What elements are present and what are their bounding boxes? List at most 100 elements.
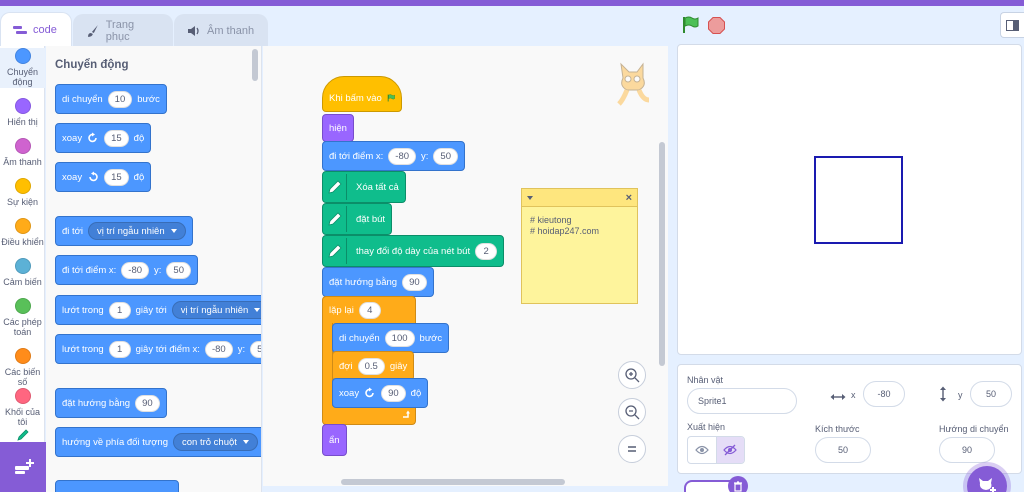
block-partial[interactable] [55,480,179,492]
block-dropdown[interactable]: vị trí ngẫu nhiên [88,222,186,240]
block-turn-right[interactable]: xoay 15 độ [55,123,152,153]
palette-scrollbar[interactable] [252,49,258,81]
y-input[interactable]: 50 [970,381,1012,407]
block-point-towards[interactable]: hướng về phía đối tượng con trỏ chuột [55,427,261,457]
comment-note[interactable]: × # kieutong # hoidap247.com [521,188,638,304]
script-area[interactable]: Khi bấm vào hiện đi tới điểm x: -80 y: 5… [263,46,668,486]
sprite-name-input[interactable]: Sprite1 [687,388,797,414]
category-my-blocks[interactable]: Khối của tôi [0,388,45,428]
block-input[interactable]: 2 [475,242,498,260]
script-vertical-scrollbar[interactable] [659,142,665,366]
block-go-to[interactable]: đi tới vị trí ngẫu nhiên [55,216,193,246]
block-text: đặt hướng bằng [62,397,131,409]
green-flag-icon [387,94,395,102]
category-sensing[interactable]: Cảm biến [0,258,45,298]
show-sprite-button[interactable] [688,437,716,463]
block-text: Xóa tất cả [356,181,399,193]
block-move-steps[interactable]: di chuyển 100 bước [332,323,450,353]
block-text: đặt bút [356,213,386,225]
block-input[interactable]: 100 [384,329,415,347]
category-variables[interactable]: Các biến số [0,348,45,388]
block-input[interactable]: 50 [433,147,458,165]
category-label: Âm thanh [3,157,42,167]
block-text: đặt hướng bằng [329,276,398,288]
block-input[interactable]: 0.5 [357,357,385,375]
zoom-reset-button[interactable] [618,435,646,463]
block-when-flag-clicked[interactable]: Khi bấm vào [322,76,402,112]
block-hide[interactable]: ẩn [322,424,347,456]
collapse-icon[interactable] [527,195,533,200]
delete-sprite-button[interactable] [728,476,748,492]
category-events[interactable]: Sự kiện [0,178,45,218]
block-point-direction[interactable]: đặt hướng bằng 90 [55,388,167,418]
block-glide-xy[interactable]: lướt trong 1 giây tới điểm x: -80 y: 50 [55,334,261,364]
category-looks[interactable]: Hiển thị [0,98,45,138]
block-repeat[interactable]: lặp lại 4 [322,296,416,324]
zoom-in-button[interactable] [618,361,646,389]
block-pen-down[interactable]: đặt bút [322,203,393,235]
block-erase-all[interactable]: Xóa tất cả [322,171,406,203]
block-move-steps[interactable]: di chuyển 10 bước [55,84,167,114]
block-glide[interactable]: lướt trong 1 giây tới vị trí ngẫu nhiên [55,295,261,325]
block-input[interactable]: -80 [121,261,150,279]
block-turn-right[interactable]: xoay 90 độ [332,378,429,408]
block-input[interactable]: -80 [204,340,233,358]
tab-code[interactable]: code [0,12,72,46]
block-go-to-xy[interactable]: đi tới điểm x: -80 y: 50 [322,141,465,171]
category-sound[interactable]: Âm thanh [0,138,45,178]
hide-sprite-button[interactable] [715,437,744,463]
block-input[interactable]: 50 [166,261,191,279]
eye-icon [694,445,709,455]
block-turn-left[interactable]: xoay 15 độ [55,162,152,192]
block-text: giây tới [135,304,167,316]
category-label: Khối của tôi [4,407,41,427]
category-operators[interactable]: Các phép toán [0,298,45,338]
script-horizontal-scrollbar[interactable] [341,479,565,485]
block-point-direction[interactable]: đặt hướng bằng 90 [322,267,434,297]
block-wait[interactable]: đợi 0.5 giây [332,351,415,381]
tab-costumes[interactable]: Trang phục [73,14,173,46]
zoom-out-button[interactable] [618,398,646,426]
block-input[interactable]: 15 [104,168,129,186]
block-input[interactable]: 1 [108,301,131,319]
category-dot-icon [14,388,31,404]
cat-add-icon [979,478,996,492]
block-set-pen-size[interactable]: thay đổi độ dày của nét bút 2 [322,235,505,267]
block-text: lướt trong [62,343,104,355]
block-text: giây [389,360,408,372]
block-text: y: [154,264,162,276]
block-input[interactable]: 15 [104,129,129,147]
block-input[interactable]: -80 [388,147,417,165]
block-input[interactable]: 4 [358,302,381,319]
pen-icon [323,206,347,232]
block-go-to-xy[interactable]: đi tới điểm x: -80 y: 50 [55,255,198,285]
stage[interactable] [677,44,1022,355]
add-extension-button[interactable] [0,442,48,492]
block-input[interactable]: 90 [381,384,406,402]
block-input[interactable]: 90 [135,394,160,412]
small-stage-button[interactable] [1000,12,1024,38]
comment-line: # kieutong [530,215,572,225]
block-input[interactable]: 10 [107,90,133,108]
direction-input[interactable]: 90 [939,437,995,463]
tab-sounds[interactable]: Âm thanh [174,14,268,46]
category-motion[interactable]: Chuyển động [0,48,45,88]
pen-extension-icon[interactable] [16,428,30,442]
category-dot-icon [14,298,31,314]
block-input[interactable]: 50 [250,340,261,358]
block-dropdown[interactable]: vị trí ngẫu nhiên [171,301,261,319]
category-control[interactable]: Điều khiển [0,218,45,258]
block-input[interactable]: 90 [402,273,427,291]
block-show[interactable]: hiện [322,114,354,142]
block-input[interactable]: 1 [108,340,131,358]
size-input[interactable]: 50 [815,437,871,463]
comment-text[interactable]: # kieutong # hoidap247.com [522,207,637,245]
stop-icon[interactable] [708,17,725,34]
close-icon[interactable]: × [626,192,632,204]
x-input[interactable]: -80 [863,381,905,407]
block-text: bước [419,332,443,344]
green-flag-icon[interactable] [681,16,699,34]
dropdown-arrow-icon [242,440,249,444]
block-dropdown[interactable]: con trỏ chuột [173,433,258,451]
zoom-in-icon [625,368,640,383]
